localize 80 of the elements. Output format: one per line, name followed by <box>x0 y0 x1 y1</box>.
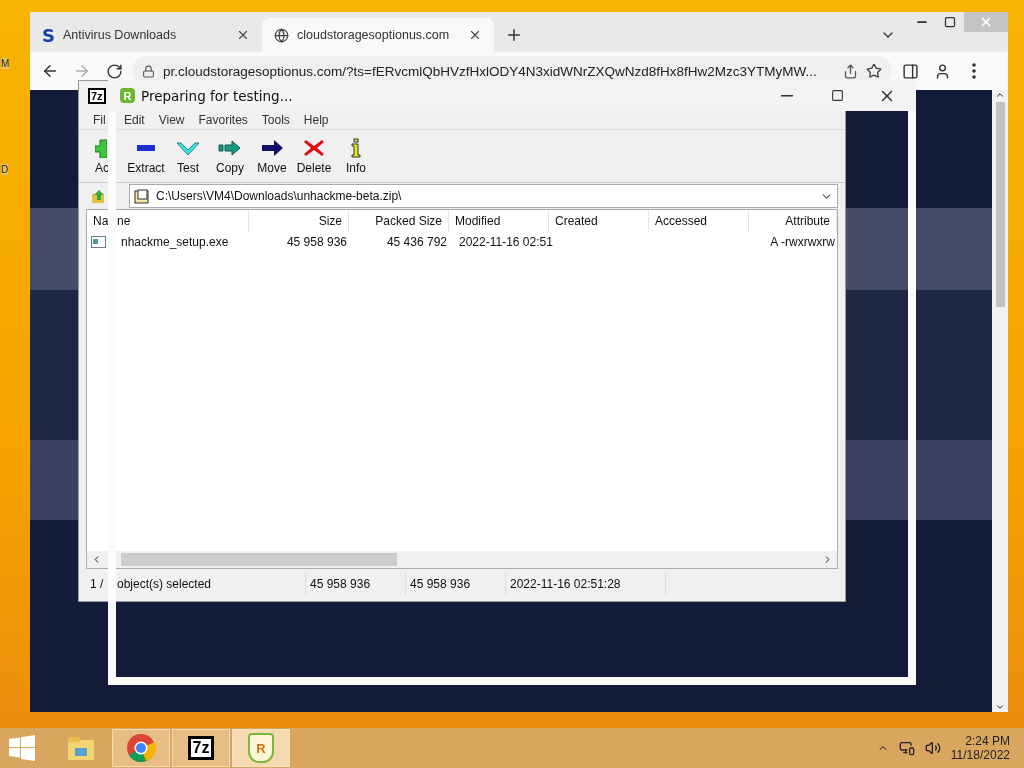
app-logo: 7z <box>88 88 106 104</box>
menu-item[interactable]: View <box>151 113 192 127</box>
toolbar-button[interactable]: Info <box>335 137 377 175</box>
column-header[interactable]: Packed Size <box>349 210 449 232</box>
scroll-down-icon[interactable] <box>995 702 1005 712</box>
menu-icon <box>972 63 976 79</box>
column-header[interactable]: Accessed <box>649 210 749 232</box>
table-cell-text: 2022-11-16 02:51 <box>458 234 553 251</box>
maximize-icon <box>830 89 844 102</box>
shield-logo: R <box>248 733 274 763</box>
close-icon <box>979 15 993 29</box>
desktop-label: D <box>1 164 9 175</box>
archive-icon <box>134 188 150 204</box>
table-cell-text: 45 436 792 <box>385 234 448 251</box>
column-header[interactable]: Modified <box>449 210 549 232</box>
plus-icon <box>95 137 107 158</box>
close-icon[interactable] <box>468 28 482 42</box>
status-text: 45 958 936 <box>406 573 506 595</box>
tab-title: Antivirus Downloads <box>62 28 178 42</box>
menu-item[interactable]: Tools <box>254 113 297 127</box>
folder-icon <box>66 734 96 762</box>
toolbar-button[interactable]: Ac <box>79 137 108 175</box>
scroll-up-icon[interactable] <box>995 90 1005 100</box>
plus-icon <box>505 26 523 44</box>
minus-icon <box>137 144 155 151</box>
site-logo: S <box>42 24 55 46</box>
share-icon[interactable] <box>843 63 858 79</box>
reload-icon <box>105 62 123 80</box>
toolbar-button[interactable]: Extract <box>125 137 167 175</box>
tab-title: cloudstoragesoptionus.com <box>297 28 451 42</box>
close-icon[interactable] <box>236 28 250 42</box>
table-cell-text: A -rwxrwxrw <box>769 234 836 251</box>
menu-item[interactable]: Fil <box>79 113 108 127</box>
status-text: 2022-11-16 02:51:28 <box>506 573 666 595</box>
app-logo: 7z <box>187 736 215 760</box>
column-header[interactable]: Attribute <box>749 210 837 232</box>
scrollbar-thumb[interactable] <box>995 102 1005 307</box>
network-icon[interactable] <box>898 740 915 756</box>
toolbar-button[interactable]: Delete <box>293 137 335 175</box>
file-name: nhackme_setup.exe <box>121 234 230 251</box>
status-text: object(s) selected <box>117 573 306 595</box>
menu-item[interactable]: Favorites <box>191 113 255 127</box>
toolbar-button[interactable]: Move <box>251 137 293 175</box>
globe-icon <box>274 27 289 43</box>
chrome-icon <box>126 733 156 763</box>
column-header[interactable]: ne <box>117 214 131 228</box>
toolbar-button[interactable]: Test <box>167 137 209 175</box>
status-text: 1 / <box>89 576 105 593</box>
star-icon[interactable] <box>866 63 882 79</box>
back-icon <box>41 62 59 80</box>
arrow-icon <box>260 137 284 158</box>
lock-icon <box>142 64 155 78</box>
menu-item[interactable]: Edit <box>117 113 152 127</box>
maximize-icon <box>944 16 956 28</box>
column-header[interactable]: Size <box>249 210 349 232</box>
window-title: Preparing for testing... <box>141 87 294 104</box>
speaker-icon[interactable] <box>924 740 941 756</box>
folder-up-icon[interactable] <box>91 188 106 204</box>
horizontal-scrollbar[interactable] <box>87 551 837 568</box>
toolbar-button[interactable]: Copy <box>209 137 251 175</box>
column-header[interactable]: Created <box>549 210 649 232</box>
browser-tab[interactable]: cloudstoragesoptionus.com <box>262 18 494 52</box>
side-panel-icon <box>901 62 919 80</box>
menu-item[interactable]: Help <box>296 113 336 127</box>
arrow-icon <box>218 137 242 158</box>
desktop-label: M <box>1 58 10 69</box>
clock[interactable]: 2:24 PM 11/18/2022 <box>950 734 1010 762</box>
column-header[interactable]: Na <box>87 210 108 232</box>
taskbar-button[interactable]: 7z <box>172 729 230 767</box>
app-logo: R <box>120 88 135 103</box>
table-cell-text: 45 958 936 <box>285 234 348 251</box>
path-field[interactable]: C:\Users\VM4\Downloads\unhackme-beta.zip\ <box>129 184 838 208</box>
minimize-icon <box>781 94 793 97</box>
status-text: 45 958 936 <box>306 573 406 595</box>
scrollbar[interactable] <box>992 90 1008 712</box>
forward-icon <box>73 62 91 80</box>
cross-icon <box>302 137 326 158</box>
file-icon <box>91 236 106 248</box>
browser-tab[interactable]: S Antivirus Downloads <box>30 18 262 52</box>
taskbar-button[interactable] <box>112 729 170 767</box>
